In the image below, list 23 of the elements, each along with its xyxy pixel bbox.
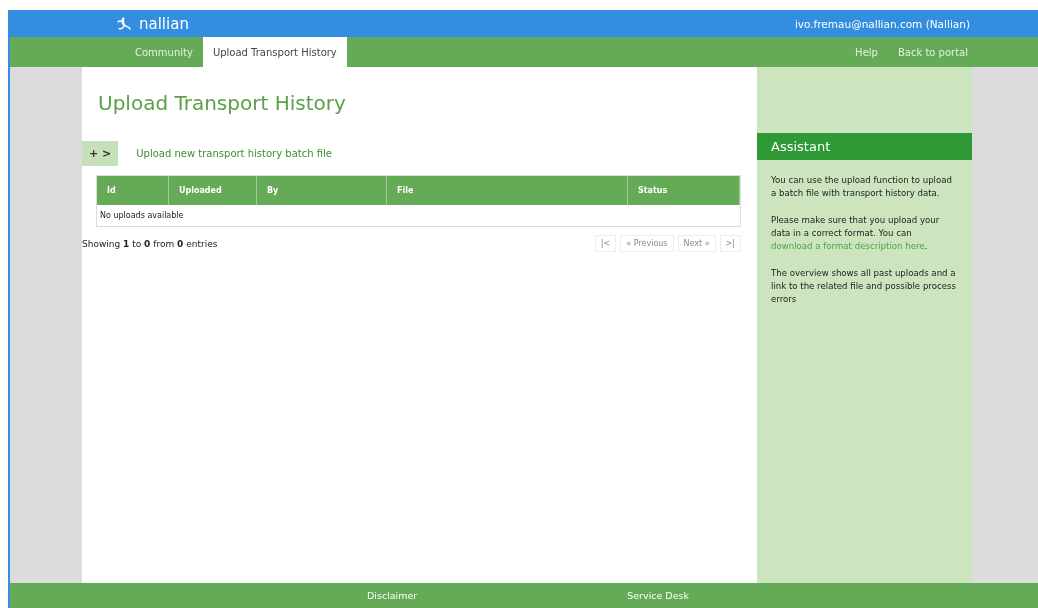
assistant-text: The overview shows all past uploads and a link to the related file and possible process errors: [771, 267, 957, 306]
column-header: Id: [97, 176, 169, 205]
nav-tab[interactable]: Upload Transport History: [202, 37, 347, 67]
format-description-link[interactable]: download a format description here: [771, 241, 925, 251]
footer-link[interactable]: Disclaimer: [367, 590, 418, 601]
column-header: File: [387, 176, 628, 205]
footer-link[interactable]: Service Desk: [627, 590, 689, 601]
nav-tab[interactable]: Community: [125, 37, 203, 67]
column-header: Status: [628, 176, 740, 205]
empty-message: No uploads available: [99, 210, 185, 222]
page-title: Upload Transport History: [98, 91, 347, 117]
entries-info: Showing 1 to 0 from 0 entries: [82, 238, 218, 249]
column-header: Uploaded: [169, 176, 257, 205]
assistant-title: Assistant: [757, 133, 972, 160]
assistant-text: You can use the upload function to upload a batch file with transport history data.: [771, 174, 953, 200]
upload-link[interactable]: Upload new transport history batch file: [136, 148, 332, 159]
brand-name: nallian: [139, 14, 189, 33]
assistant-text: Please make sure that you upload your data in a correct format. You can download a format description here.: [771, 214, 941, 253]
user-account[interactable]: ivo.fremau@nallian.com (Nallian): [794, 17, 970, 30]
nav-link[interactable]: Help: [855, 46, 878, 58]
column-header: By: [257, 176, 387, 205]
nav-link[interactable]: Back to portal: [897, 46, 968, 58]
expand-toggle[interactable]: + >: [82, 141, 119, 166]
